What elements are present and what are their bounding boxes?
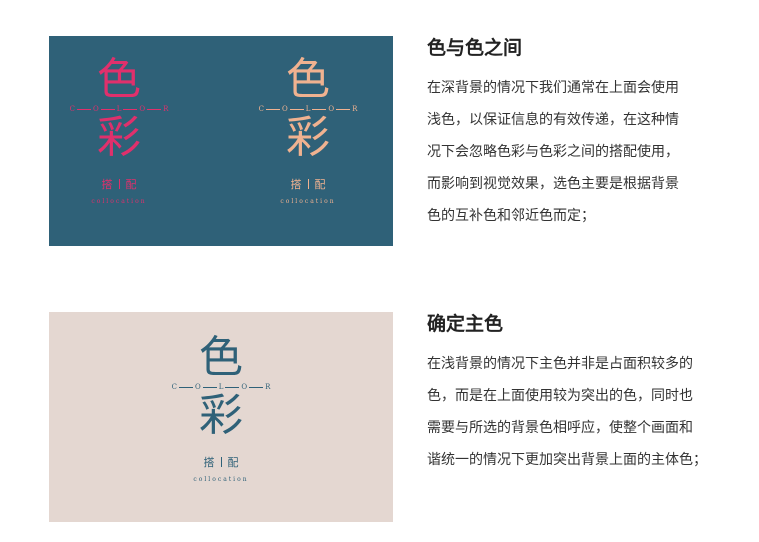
paragraph-line: 而影响到视觉效果，选色主要是根据背景 [427, 176, 679, 192]
letter: C [258, 105, 264, 113]
paragraph-line: 浅色，以保证信息的有效传递，在这种情 [427, 112, 679, 128]
paragraph-line: 色，而是在上面使用较为突出的色，同时也 [427, 388, 693, 404]
mark-subtitle: 搭配 [290, 178, 326, 191]
section-title: 色与色之间 [427, 37, 523, 59]
mark-subtitle: 搭配 [101, 178, 137, 191]
mark-char-bottom: 彩 [97, 112, 141, 163]
letter: C [69, 105, 75, 113]
paragraph-line: 需要与所选的背景色相呼应，使整个画面和 [427, 420, 693, 436]
color-mark-teal: 色 C O L O R 彩 搭配 collocation [161, 332, 281, 484]
mark-char-top: 色 [286, 54, 330, 105]
mark-tagline: collocation [193, 476, 249, 483]
color-mark-peach: 色 C O L O R 彩 搭配 collocation [248, 54, 368, 206]
letter: R [265, 383, 271, 391]
mark-char-top: 色 [97, 54, 141, 105]
paragraph-line: 在深背景的情况下我们通常在上面会使用 [427, 80, 679, 96]
mark-char-bottom: 彩 [286, 112, 330, 163]
mark-char-top: 色 [199, 332, 243, 383]
light-color-card: 色 C O L O R 彩 搭配 collocation [49, 312, 393, 522]
paragraph-line: 况下会忽略色彩与色彩之间的搭配使用， [427, 144, 679, 160]
mark-tagline: collocation [91, 198, 147, 205]
section-text-dark: 色与色之间 在深背景的情况下我们通常在上面会使用 浅色，以保证信息的有效传递，在… [427, 36, 747, 232]
section-paragraph: 在浅背景的情况下主色并非是占面积较多的 色，而是在上面使用较为突出的色，同时也 … [427, 348, 747, 476]
paragraph-line: 谐统一的情况下更加突出背景上面的主体色； [427, 452, 707, 468]
letter: R [352, 105, 358, 113]
section-text-light: 确定主色 在浅背景的情况下主色并非是占面积较多的 色，而是在上面使用较为突出的色… [427, 312, 747, 476]
letter: R [163, 105, 169, 113]
letter: C [171, 383, 177, 391]
section-paragraph: 在深背景的情况下我们通常在上面会使用 浅色，以保证信息的有效传递，在这种情 况下… [427, 72, 747, 232]
mark-subtitle: 搭配 [203, 456, 239, 469]
section-title: 确定主色 [427, 313, 504, 335]
dark-color-card: 色 C O L O R 彩 搭配 collocation 色 C O L O R… [49, 36, 393, 246]
mark-char-bottom: 彩 [199, 390, 243, 441]
color-mark-pink: 色 C O L O R 彩 搭配 collocation [59, 54, 179, 206]
paragraph-line: 在浅背景的情况下主色并非是占面积较多的 [427, 356, 693, 372]
mark-tagline: collocation [280, 198, 336, 205]
paragraph-line: 色的互补色和邻近色而定； [427, 208, 595, 224]
